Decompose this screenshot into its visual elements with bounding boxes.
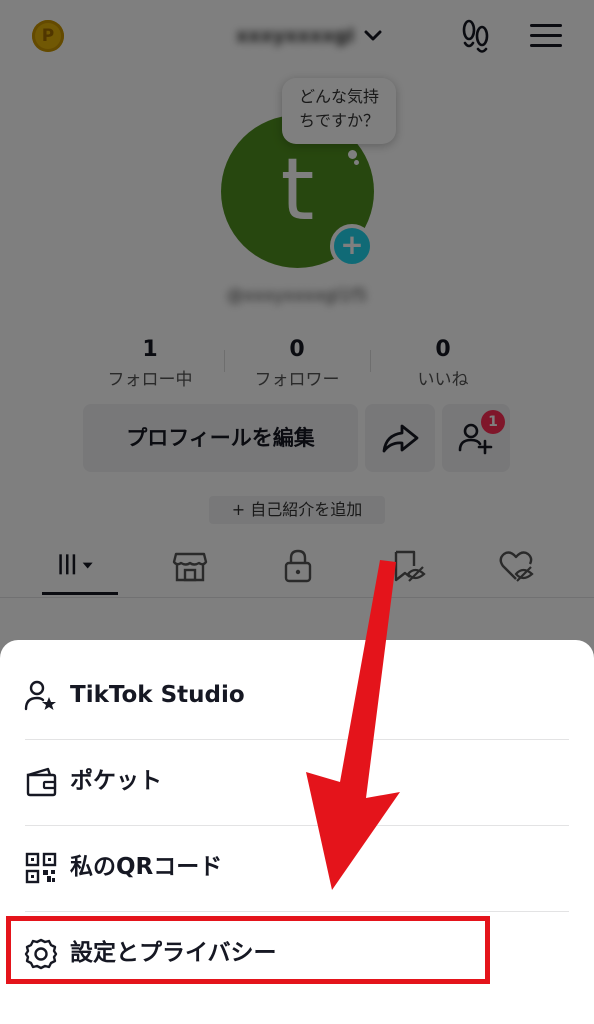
menu-item-pocket[interactable]: ポケット: [0, 738, 594, 824]
menu-item-label: 私のQRコード: [70, 854, 223, 880]
menu-item-label: TikTok Studio: [70, 682, 245, 708]
menu-item-label: ポケット: [70, 768, 162, 794]
annotation-arrow: [306, 560, 400, 890]
qr-code-icon: [25, 852, 57, 884]
person-star-icon: [24, 680, 56, 711]
menu-item-qr-code[interactable]: 私のQRコード: [0, 824, 594, 910]
menu-item-tiktok-studio[interactable]: TikTok Studio: [0, 652, 594, 738]
annotation-highlight-box: [6, 916, 490, 984]
wallet-icon: [26, 767, 57, 797]
